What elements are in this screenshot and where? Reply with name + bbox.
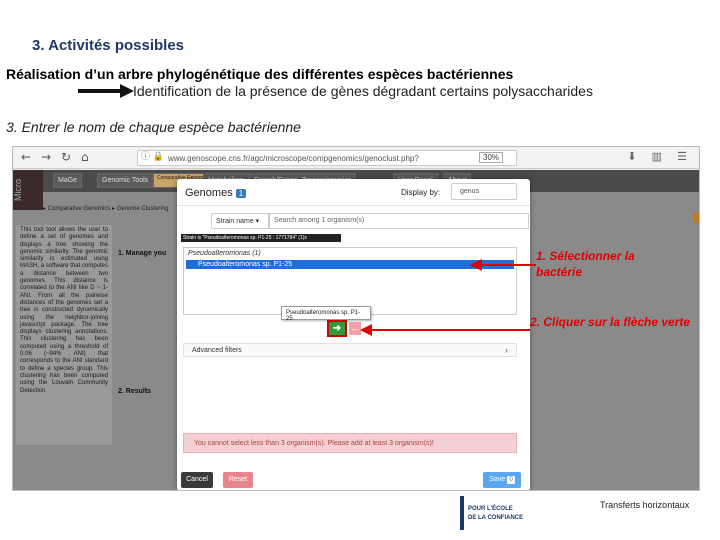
organism-list[interactable]: Pseudoalteromonas (1) Pseudoalteromonas … <box>183 247 517 315</box>
reload-icon[interactable]: ↻ <box>61 150 71 164</box>
chevron-right-icon: › <box>505 345 508 355</box>
save-label: Save <box>489 476 506 483</box>
modal-title-text: Genomes <box>185 187 233 199</box>
right-arrow-icon <box>78 84 134 98</box>
manage-section-label: 1. Manage you <box>118 250 167 257</box>
results-section-label: 2. Results <box>118 388 152 395</box>
side-tab[interactable] <box>693 213 699 223</box>
display-by-select[interactable]: genus <box>451 183 517 200</box>
site-info-icon[interactable]: ⓘ 🔒 <box>141 149 164 162</box>
annotation-select-bacterium: 1. Sélectionner la bactérie <box>536 249 635 279</box>
url-bar[interactable]: www.genoscope.cns.fr/agc/microscope/comp… <box>137 150 517 166</box>
browser-toolbar: ← → ↻ ⌂ www.genoscope.cns.fr/agc/microsc… <box>13 147 699 169</box>
display-by-label: Display by: <box>401 188 441 197</box>
list-item-selected[interactable]: Pseudoalteromonas sp. P1-25 <box>186 260 514 269</box>
school-logo: POUR L'ÉCOLE DE LA CONFIANCE <box>460 496 560 532</box>
modal-title: Genomes 1 <box>185 187 247 199</box>
menu-item-genomic-tools[interactable]: Genomic Tools <box>97 173 154 188</box>
cancel-button[interactable]: Cancel <box>181 472 213 488</box>
strain-name-dropdown[interactable]: Strain name ▾ <box>211 213 269 229</box>
main-heading: Réalisation d’un arbre phylogénétique de… <box>6 66 514 82</box>
description-panel: This tool tool allows the user to define… <box>16 225 112 445</box>
divider <box>177 205 530 206</box>
sub-heading: Identification de la présence de gènes d… <box>133 83 593 99</box>
browser-menu-icons[interactable]: ⬇ ▥ ☰ <box>627 150 693 163</box>
advanced-filters-toggle[interactable]: Advanced filters › <box>183 343 517 357</box>
error-alert: You cannot select less than 3 organism(s… <box>183 433 517 453</box>
organism-search-input[interactable]: Search among 1 organism(s) <box>269 213 529 229</box>
step-instruction: 3. Entrer le nom de chaque espèce bactér… <box>6 119 301 135</box>
genome-count-badge: 1 <box>235 189 247 198</box>
hover-tooltip: Pseudoalteromonas sp. P1-25 <box>281 306 371 322</box>
advanced-filters-label: Advanced filters <box>192 347 242 354</box>
zoom-level[interactable]: 30% <box>479 152 504 163</box>
logo-line-2: DE LA CONFIANCE <box>468 515 524 521</box>
list-group-label: Pseudoalteromonas (1) <box>188 250 261 257</box>
annotation-arrow-1-icon <box>470 259 536 271</box>
breadcrumb: ▸ Comparative Genomics ▸ Genome Clusteri… <box>43 206 169 212</box>
annotation-click-arrow: 2. Cliquer sur la flèche verte <box>530 315 691 329</box>
home-icon[interactable]: ⌂ <box>81 150 89 164</box>
back-icon[interactable]: ← <box>21 150 31 164</box>
add-arrow-button[interactable]: ➜ <box>327 320 347 337</box>
menu-item-mage[interactable]: MaGe <box>53 173 83 188</box>
footer-text: Transferts horizontaux <box>600 500 690 510</box>
section-title: 3. Activités possibles <box>32 37 185 54</box>
logo-bar <box>460 496 464 530</box>
forward-icon[interactable]: → <box>41 150 51 164</box>
logo-line-1: POUR L'ÉCOLE <box>468 506 513 512</box>
strain-tooltip: Strain is "Pseudoalteromonas sp. P1-25 :… <box>181 234 341 242</box>
site-logo[interactable]: Micro <box>13 170 43 210</box>
annotation-arrow-2-icon <box>360 324 530 336</box>
reset-button[interactable]: Reset <box>223 472 253 488</box>
save-count-badge: 0 <box>507 476 515 484</box>
save-button[interactable]: Save 0 <box>483 472 521 488</box>
